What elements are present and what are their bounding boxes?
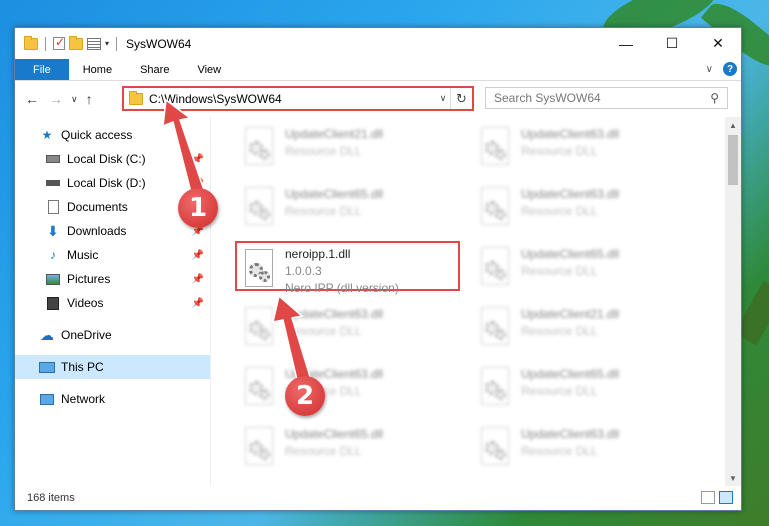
step-marker-2: 2 — [285, 376, 325, 416]
annotation-arrows — [162, 98, 312, 385]
step-marker-1: 1 — [178, 188, 218, 228]
arrow-2 — [272, 294, 312, 385]
arrow-1 — [162, 98, 207, 201]
